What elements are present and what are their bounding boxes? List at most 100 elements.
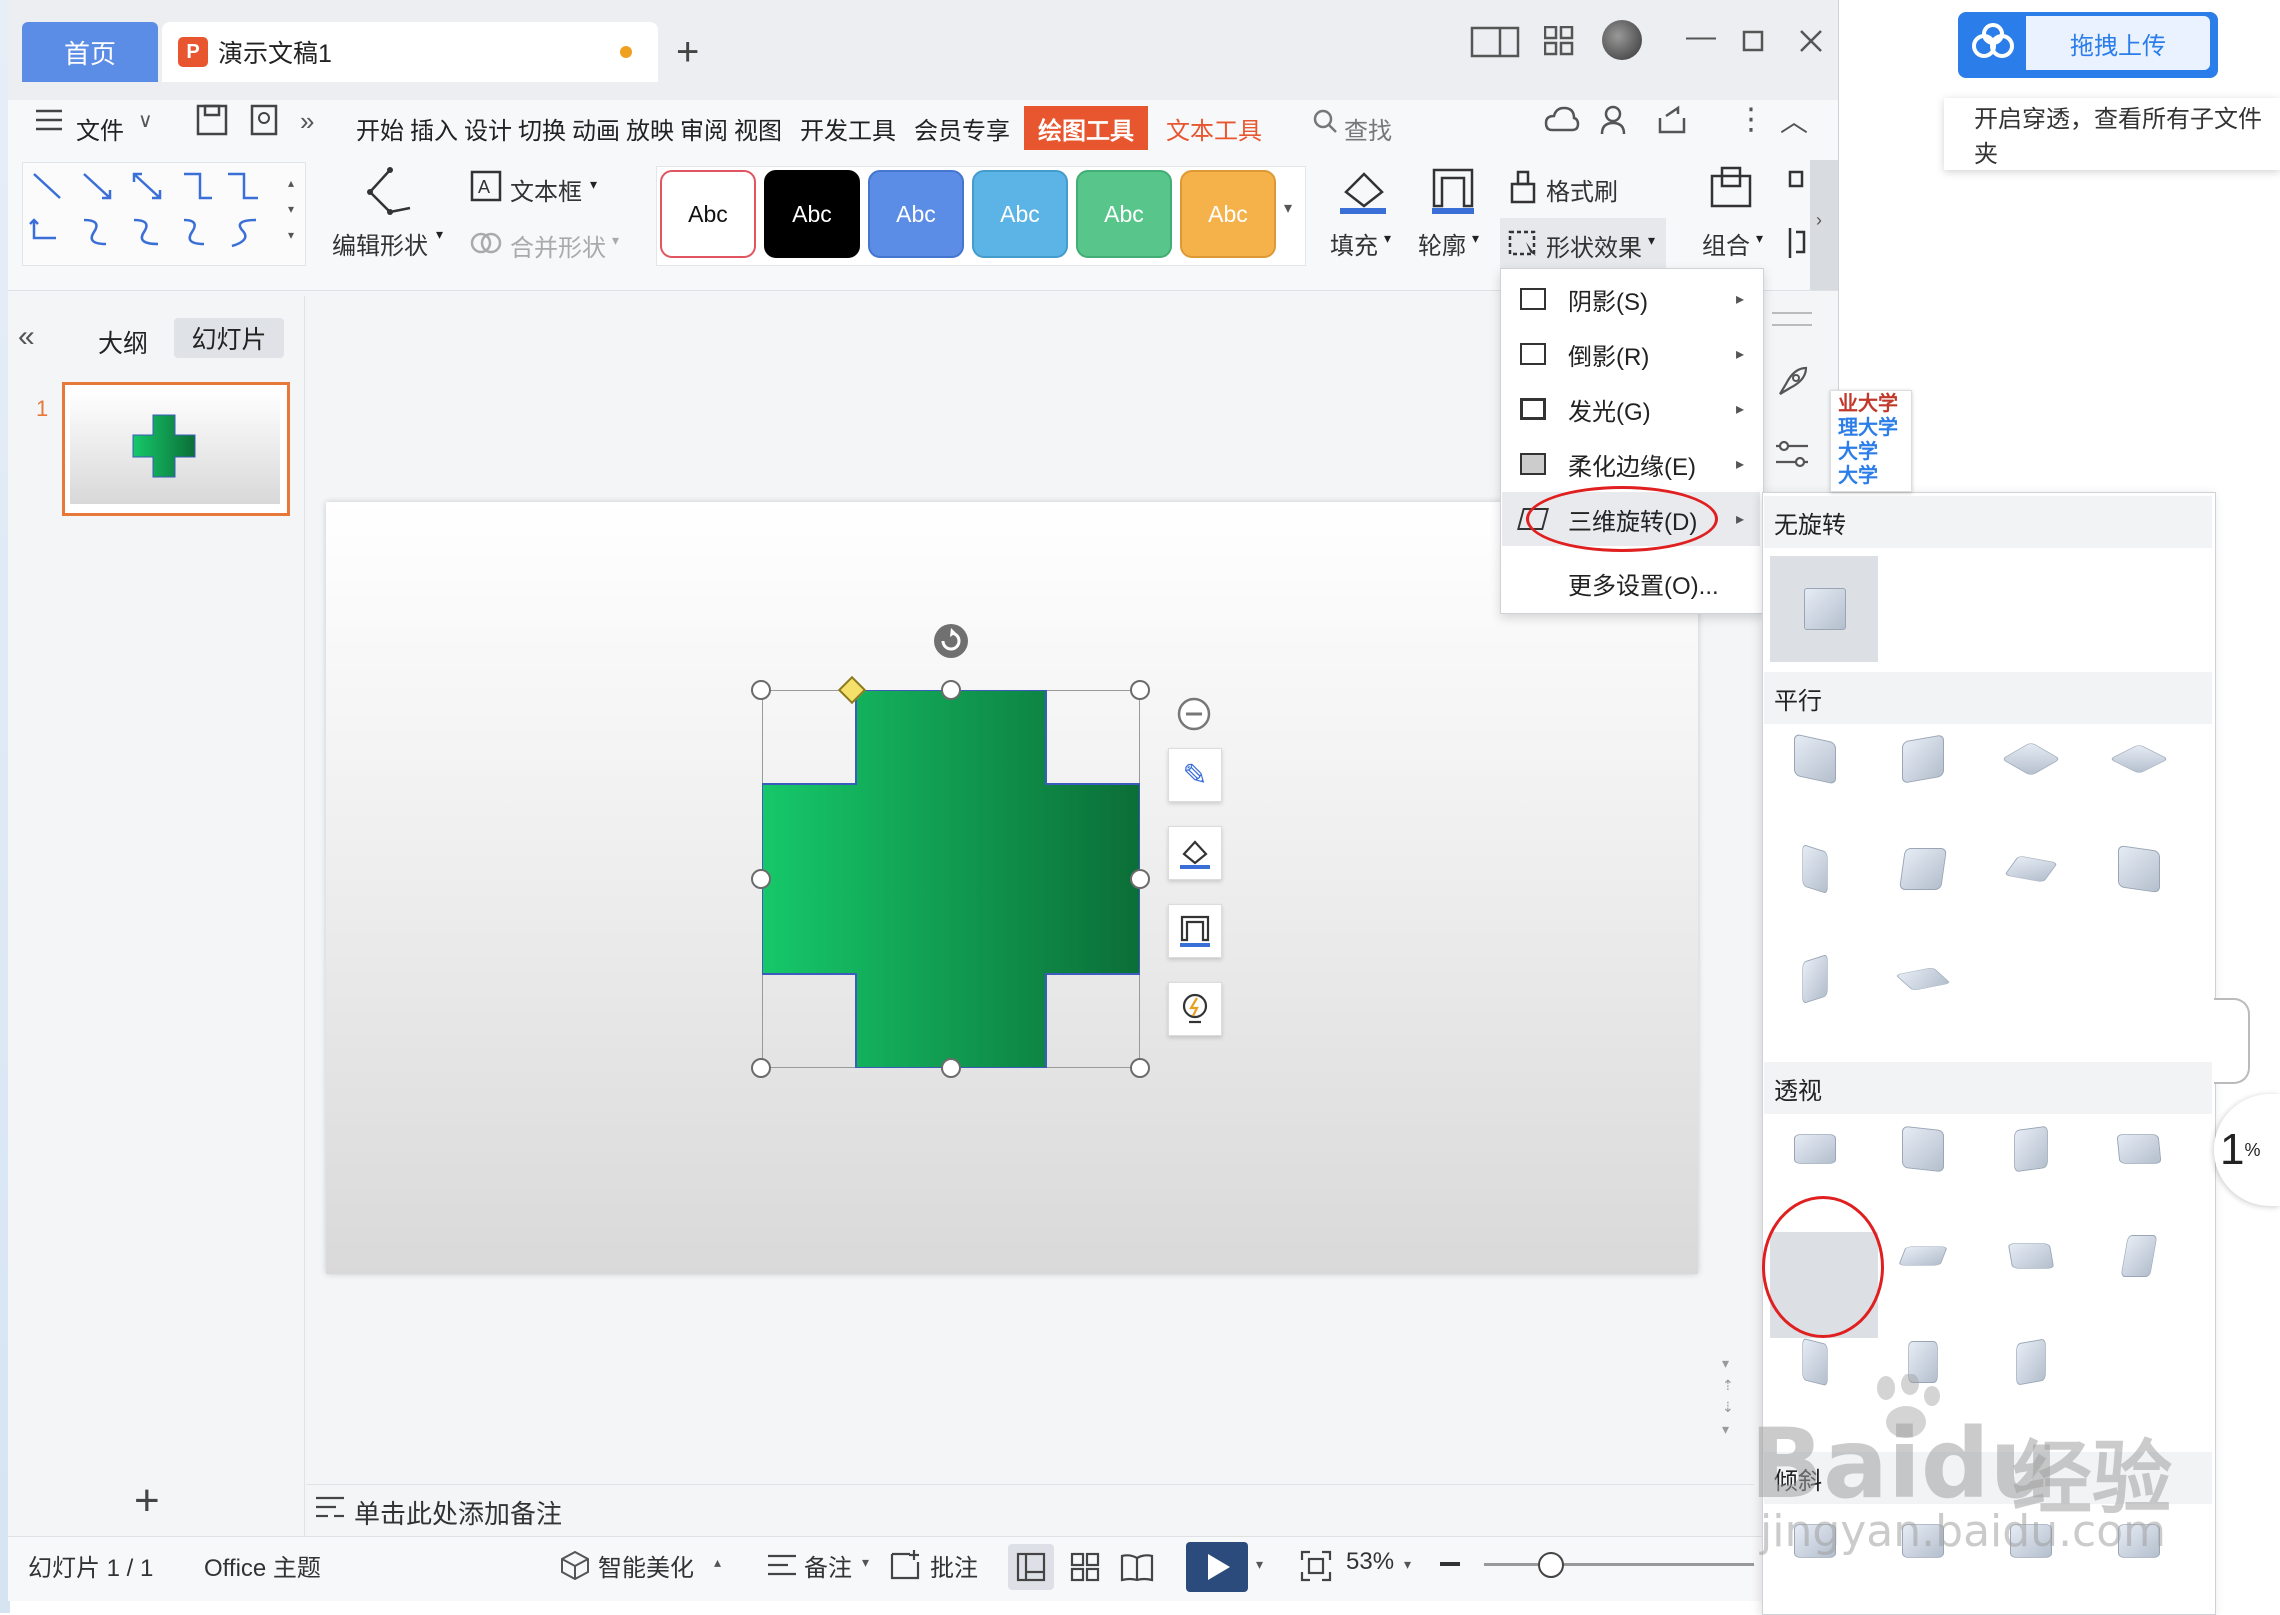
zoom-slider-track[interactable] — [1484, 1563, 1754, 1566]
beautify-dropdown-icon[interactable]: ▴ — [714, 1554, 721, 1571]
shape-effects-dropdown-icon[interactable]: ▾ — [1648, 232, 1655, 249]
zoom-out-icon[interactable] — [1440, 1562, 1460, 1566]
textbox-button[interactable]: 文本框 — [510, 172, 582, 207]
tab-view[interactable]: 视图 — [734, 111, 782, 146]
fit-window-icon[interactable] — [1300, 1550, 1332, 1582]
group-dropdown-icon[interactable]: ▾ — [1756, 230, 1763, 247]
outline-button[interactable]: 轮廓 — [1418, 226, 1466, 261]
quick-style-brush-button[interactable]: ✎ — [1168, 748, 1222, 802]
parallel-option[interactable] — [1899, 848, 1947, 890]
resize-handle-sw[interactable] — [751, 1058, 771, 1078]
perspective-option[interactable] — [2014, 1125, 2048, 1173]
tab-design[interactable]: 设计 — [464, 111, 512, 146]
settings-sliders-icon[interactable] — [1774, 436, 1810, 472]
resize-handle-se[interactable] — [1130, 1058, 1150, 1078]
fill-button[interactable]: 填充 — [1330, 226, 1378, 261]
apps-grid-icon[interactable] — [1544, 26, 1574, 56]
ribbon-scroll-right[interactable] — [1810, 160, 1838, 290]
parallel-option[interactable] — [1794, 733, 1836, 785]
maximize-icon[interactable] — [1742, 30, 1764, 52]
share-user-icon[interactable] — [1600, 104, 1630, 136]
group-button[interactable]: 组合 — [1702, 226, 1750, 261]
parallel-option[interactable] — [2118, 845, 2160, 893]
fill-dropdown-icon[interactable]: ▾ — [1384, 230, 1391, 247]
menu-item-shadow[interactable]: 阴影(S) ▸ — [1502, 272, 1760, 326]
notes-toggle-button[interactable]: 备注 — [804, 1548, 852, 1583]
resize-handle-s[interactable] — [941, 1058, 961, 1078]
reading-mode-icon[interactable] — [1470, 24, 1522, 60]
shape-effects-icon[interactable] — [1508, 226, 1540, 258]
tab-start[interactable]: 开始 — [356, 111, 404, 146]
lines-gallery-scroll[interactable]: ▴ ▾ ▾ — [288, 170, 294, 248]
tab-slideshow[interactable]: 放映 — [626, 111, 674, 146]
edit-shape-button[interactable]: 编辑形状 — [332, 226, 428, 261]
perspective-option[interactable] — [1898, 1246, 1948, 1266]
comments-button[interactable]: 批注 — [930, 1548, 978, 1583]
tab-document[interactable]: P 演示文稿1 — [162, 22, 658, 82]
collapse-float-icon[interactable] — [1176, 696, 1212, 732]
zoom-dropdown-icon[interactable]: ▾ — [1404, 1556, 1411, 1573]
export-pdf-icon[interactable] — [248, 104, 280, 136]
play-dropdown-icon[interactable]: ▾ — [1256, 1556, 1263, 1573]
perspective-option[interactable] — [2116, 1134, 2162, 1164]
resize-handle-n[interactable] — [941, 680, 961, 700]
tab-review[interactable]: 审阅 — [680, 111, 728, 146]
resize-handle-ne[interactable] — [1130, 680, 1150, 700]
zoom-level[interactable]: 53% — [1346, 1548, 1394, 1576]
tab-member[interactable]: 会员专享 — [914, 111, 1010, 146]
menu-item-reflection[interactable]: 倒影(R) ▸ — [1502, 327, 1760, 381]
save-icon[interactable] — [196, 104, 228, 136]
comment-add-icon[interactable] — [888, 1548, 922, 1582]
share-export-icon[interactable] — [1656, 104, 1688, 134]
notes-placeholder[interactable]: 单击此处添加备注 — [354, 1494, 562, 1531]
tab-developer[interactable]: 开发工具 — [800, 111, 896, 146]
textbox-dropdown-icon[interactable]: ▾ — [590, 176, 597, 193]
green-cross-shape[interactable] — [762, 690, 1140, 1068]
tab-outline[interactable]: 大纲 — [98, 324, 148, 360]
style-sample-5[interactable]: Abc — [1076, 170, 1172, 258]
tab-animation[interactable]: 动画 — [572, 111, 620, 146]
zoom-slider-thumb[interactable] — [1538, 1552, 1564, 1578]
upload-button-label[interactable]: 拖拽上传 — [2026, 16, 2210, 70]
perspective-option[interactable] — [1902, 1125, 1944, 1173]
align-icons-partial[interactable] — [1786, 168, 1806, 264]
group-icon[interactable] — [1708, 166, 1754, 216]
reading-view-icon[interactable] — [1120, 1552, 1154, 1582]
perspective-option[interactable] — [2016, 1338, 2046, 1386]
more-options-icon[interactable]: ⋮ — [1736, 102, 1766, 137]
outline-dropdown-icon[interactable]: ▾ — [1472, 230, 1479, 247]
parallel-option[interactable] — [1902, 734, 1944, 784]
tab-insert[interactable]: 插入 — [410, 111, 458, 146]
close-icon[interactable] — [1798, 28, 1824, 54]
line-shapes-icons[interactable] — [28, 168, 278, 258]
textbox-icon[interactable]: A — [470, 170, 502, 202]
parallel-option[interactable] — [2109, 744, 2169, 774]
edit-shape-dropdown-icon[interactable]: ▾ — [436, 226, 443, 243]
rocket-icon[interactable] — [1774, 364, 1810, 400]
menu-hamburger-icon[interactable] — [34, 108, 64, 132]
menu-item-soft-edges[interactable]: 柔化边缘(E) ▸ — [1502, 437, 1760, 491]
resize-handle-e[interactable] — [1130, 869, 1150, 889]
sorter-view-icon[interactable] — [1070, 1552, 1100, 1582]
style-gallery-expand-icon[interactable]: ▾ — [1284, 198, 1292, 218]
style-sample-1[interactable]: Abc — [660, 170, 756, 258]
tab-slides[interactable]: 幻灯片 — [174, 318, 284, 358]
collapse-ribbon-icon[interactable]: ︿ — [1780, 100, 1808, 140]
menu-item-glow[interactable]: 发光(G) ▸ — [1502, 382, 1760, 436]
resize-handle-nw[interactable] — [751, 680, 771, 700]
beautify-cube-icon[interactable] — [560, 1550, 590, 1580]
parallel-option[interactable] — [1802, 953, 1828, 1005]
fill-bucket-icon[interactable] — [1338, 166, 1388, 216]
quick-fill-button[interactable] — [1168, 826, 1222, 880]
rotate-handle-icon[interactable] — [932, 622, 970, 660]
search-label[interactable]: 查找 — [1344, 106, 1392, 150]
add-slide-plus-icon[interactable]: + — [134, 1476, 160, 1526]
user-avatar[interactable] — [1602, 20, 1642, 60]
style-sample-3[interactable]: Abc — [868, 170, 964, 258]
search-icon[interactable] — [1312, 108, 1338, 134]
parallel-option[interactable] — [2001, 741, 2061, 777]
perspective-option[interactable] — [1802, 1338, 1828, 1387]
perspective-option[interactable] — [2007, 1243, 2055, 1269]
style-sample-6[interactable]: Abc — [1180, 170, 1276, 258]
outline-icon[interactable] — [1430, 166, 1476, 216]
